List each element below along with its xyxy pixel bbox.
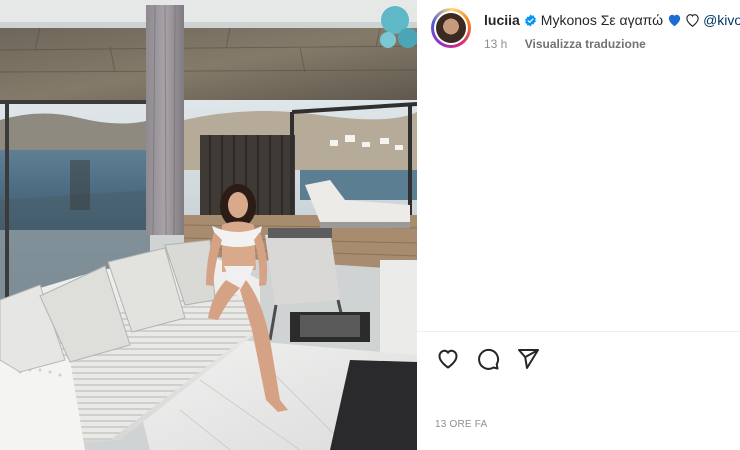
time-ago: 13 h bbox=[484, 37, 508, 51]
white-heart-emoji-icon bbox=[685, 13, 700, 27]
like-button[interactable] bbox=[435, 346, 461, 372]
avatar-image bbox=[436, 13, 466, 43]
avatar[interactable] bbox=[431, 8, 471, 48]
comment-button[interactable] bbox=[475, 346, 501, 372]
instagram-post: luciia Mykonos Σε αγαπώ @kivo 13 h Visua… bbox=[0, 0, 740, 450]
paper-plane-icon bbox=[518, 349, 539, 369]
caption-line: luciia Mykonos Σε αγαπώ @kivo bbox=[484, 12, 740, 28]
blue-heart-emoji-icon bbox=[667, 13, 682, 27]
post-sidebar: luciia Mykonos Σε αγαπώ @kivo 13 h Visua… bbox=[417, 0, 740, 450]
verified-badge-icon bbox=[524, 14, 537, 27]
translate-button[interactable]: Visualizza traduzione bbox=[525, 37, 646, 51]
photo-illustration bbox=[0, 0, 417, 450]
avatar-frame bbox=[434, 11, 468, 45]
caption-meta: 13 h Visualizza traduzione bbox=[484, 37, 646, 51]
username-link[interactable]: luciia bbox=[484, 12, 520, 28]
heart-icon bbox=[438, 349, 458, 369]
divider bbox=[417, 331, 740, 332]
mention-link[interactable]: @kivo bbox=[703, 12, 740, 28]
post-photo[interactable] bbox=[0, 0, 417, 450]
post-timestamp: 13 ORE FA bbox=[435, 419, 488, 430]
caption-row: luciia Mykonos Σε αγαπώ @kivo 13 h Visua… bbox=[431, 8, 740, 52]
comment-icon bbox=[478, 348, 500, 370]
caption-text: Mykonos Σε αγαπώ bbox=[540, 12, 664, 28]
share-button[interactable] bbox=[515, 346, 541, 372]
action-bar bbox=[435, 346, 555, 372]
